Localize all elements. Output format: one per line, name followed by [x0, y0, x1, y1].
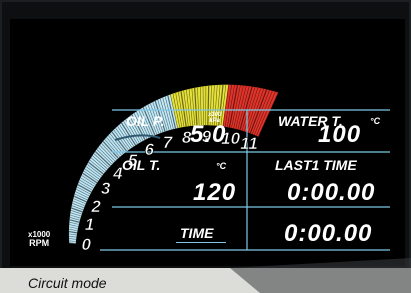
- oil-temp-label: OIL T.: [122, 157, 161, 173]
- oil-temp-unit: °C: [216, 161, 227, 171]
- rpm-unit-label: RPM: [29, 238, 50, 248]
- tick-label-2: 2: [91, 196, 101, 216]
- tick-label-1: 1: [84, 215, 95, 235]
- oil-pressure-value: 5.0: [190, 121, 227, 148]
- tacho-hash: [69, 242, 76, 245]
- oil-temp-value: 120: [193, 179, 237, 206]
- tick-label-6: 6: [144, 140, 154, 160]
- tick-label-3: 3: [100, 179, 111, 199]
- oil-pressure-label: OIL P.: [126, 113, 165, 129]
- water-temp-value: 100: [318, 121, 362, 148]
- last-lap-value: 0:00.00: [287, 179, 376, 206]
- caption: Circuit mode: [28, 275, 107, 291]
- water-temp-unit: °C: [370, 116, 381, 126]
- time-label-underline: [176, 242, 226, 243]
- circuit-mode-display: 0 1 2 3 4 5 6 7 8 9 10 11 x1000 RPM OIL P. x100 kPa…: [0, 0, 411, 293]
- rpm-unit: x1000 RPM: [28, 230, 50, 248]
- last-lap-label: LAST1 TIME: [275, 157, 357, 173]
- tick-label-7: 7: [162, 132, 173, 152]
- tick-label-11: 11: [240, 134, 258, 154]
- time-value: 0:00.00: [284, 220, 373, 247]
- tick-label-0: 0: [81, 234, 91, 254]
- time-label: TIME: [180, 225, 214, 241]
